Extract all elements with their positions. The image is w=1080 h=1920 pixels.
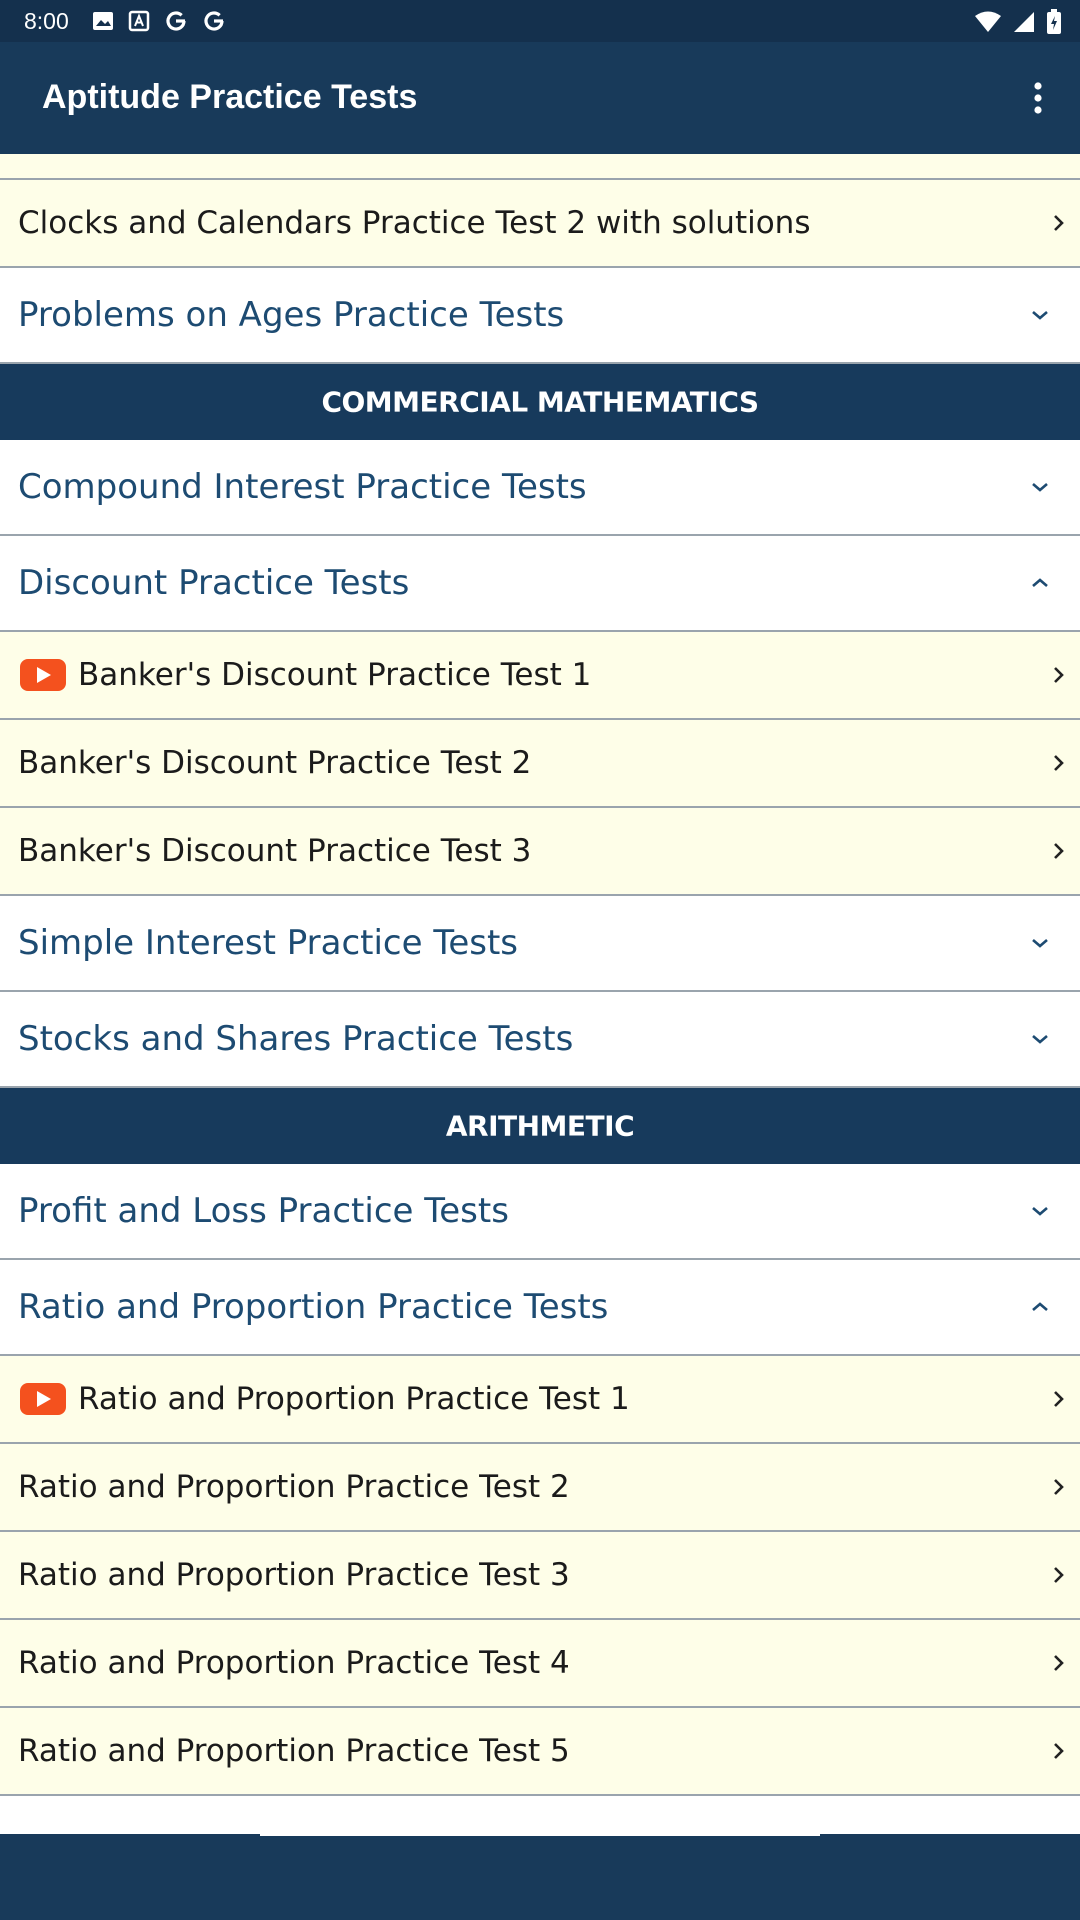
chevron-right-icon [1054, 1743, 1064, 1759]
chevron-right-icon [1054, 1391, 1064, 1407]
list-top-remnant [0, 154, 1080, 180]
chevron-down-icon[interactable] [1030, 936, 1050, 950]
status-bar: 8:00 [0, 0, 1080, 42]
image-icon [92, 10, 114, 36]
chevron-right-icon [1054, 1567, 1064, 1583]
test-label: Ratio and Proportion Practice Test 1 [78, 1381, 630, 1417]
a-box-icon [128, 10, 150, 36]
practice-test-list: Clocks and Calendars Practice Test 2 wit… [0, 154, 1080, 1834]
test-row[interactable]: Banker's Discount Practice Test 3 [0, 808, 1080, 896]
test-label: Ratio and Proportion Practice Test 3 [18, 1557, 570, 1593]
battery-icon [1046, 9, 1062, 39]
topic-label: Problems on Ages Practice Tests [18, 295, 565, 335]
test-row[interactable]: Ratio and Proportion Practice Test 5 [0, 1708, 1080, 1796]
chevron-right-icon [1054, 1479, 1064, 1495]
topic-label: Profit and Loss Practice Tests [18, 1191, 509, 1231]
app-title: Aptitude Practice Tests [42, 78, 418, 116]
test-label: Banker's Discount Practice Test 1 [78, 657, 592, 693]
chevron-right-icon [1054, 1655, 1064, 1671]
test-row[interactable]: Banker's Discount Practice Test 2 [0, 720, 1080, 808]
section-heading-label: COMMERCIAL MATHEMATICS [321, 385, 759, 419]
topic-row[interactable]: Discount Practice Tests [0, 536, 1080, 632]
test-label: Banker's Discount Practice Test 2 [18, 745, 532, 781]
status-time: 8:00 [24, 8, 69, 34]
wifi-icon [974, 10, 1002, 38]
test-row[interactable]: Ratio and Proportion Practice Test 4 [0, 1620, 1080, 1708]
section-heading: COMMERCIAL MATHEMATICS [0, 364, 1080, 440]
topic-label: Stocks and Shares Practice Tests [18, 1019, 574, 1059]
notification-icons [92, 9, 226, 37]
section-heading: ARITHMETIC [0, 1088, 1080, 1164]
chevron-up-icon[interactable] [1030, 576, 1050, 590]
ad-banner-area [0, 1834, 1080, 1920]
ad-banner-strip [260, 1832, 820, 1836]
google-g-icon [164, 9, 188, 37]
google-g-icon [202, 9, 226, 37]
topic-row[interactable]: Compound Interest Practice Tests [0, 440, 1080, 536]
topic-label: Compound Interest Practice Tests [18, 467, 587, 507]
topic-label: Discount Practice Tests [18, 563, 410, 603]
test-row[interactable]: Clocks and Calendars Practice Test 2 wit… [0, 180, 1080, 268]
chevron-right-icon [1054, 755, 1064, 771]
chevron-down-icon[interactable] [1030, 308, 1050, 322]
test-row[interactable]: Ratio and Proportion Practice Test 2 [0, 1444, 1080, 1532]
test-label: Ratio and Proportion Practice Test 4 [18, 1645, 570, 1681]
system-icons [974, 9, 1062, 39]
topic-row[interactable]: Ratio and Proportion Practice Tests [0, 1260, 1080, 1356]
chevron-up-icon[interactable] [1030, 1300, 1050, 1314]
more-vert-icon[interactable] [1010, 70, 1066, 126]
test-row[interactable]: Ratio and Proportion Practice Test 1 [0, 1356, 1080, 1444]
chevron-right-icon [1054, 667, 1064, 683]
app-bar: Aptitude Practice Tests [0, 42, 1080, 154]
chevron-right-icon [1054, 215, 1064, 231]
test-label: Banker's Discount Practice Test 3 [18, 833, 532, 869]
signal-icon [1012, 10, 1036, 38]
topic-row[interactable]: Profit and Loss Practice Tests [0, 1164, 1080, 1260]
test-label: Clocks and Calendars Practice Test 2 wit… [18, 205, 811, 241]
video-play-icon[interactable] [20, 1383, 66, 1415]
topic-label: Simple Interest Practice Tests [18, 923, 519, 963]
test-row[interactable]: Banker's Discount Practice Test 1 [0, 632, 1080, 720]
topic-row[interactable]: Simple Interest Practice Tests [0, 896, 1080, 992]
chevron-down-icon[interactable] [1030, 480, 1050, 494]
test-label: Ratio and Proportion Practice Test 5 [18, 1733, 570, 1769]
chevron-down-icon[interactable] [1030, 1032, 1050, 1046]
topic-row[interactable]: Stocks and Shares Practice Tests [0, 992, 1080, 1088]
section-heading-label: ARITHMETIC [445, 1109, 635, 1143]
list-end-spacer [0, 1804, 1080, 1834]
topic-row[interactable]: Problems on Ages Practice Tests [0, 268, 1080, 364]
topic-label: Ratio and Proportion Practice Tests [18, 1287, 609, 1327]
chevron-down-icon[interactable] [1030, 1204, 1050, 1218]
video-play-icon[interactable] [20, 659, 66, 691]
test-row[interactable]: Ratio and Proportion Practice Test 3 [0, 1532, 1080, 1620]
test-label: Ratio and Proportion Practice Test 2 [18, 1469, 570, 1505]
chevron-right-icon [1054, 843, 1064, 859]
